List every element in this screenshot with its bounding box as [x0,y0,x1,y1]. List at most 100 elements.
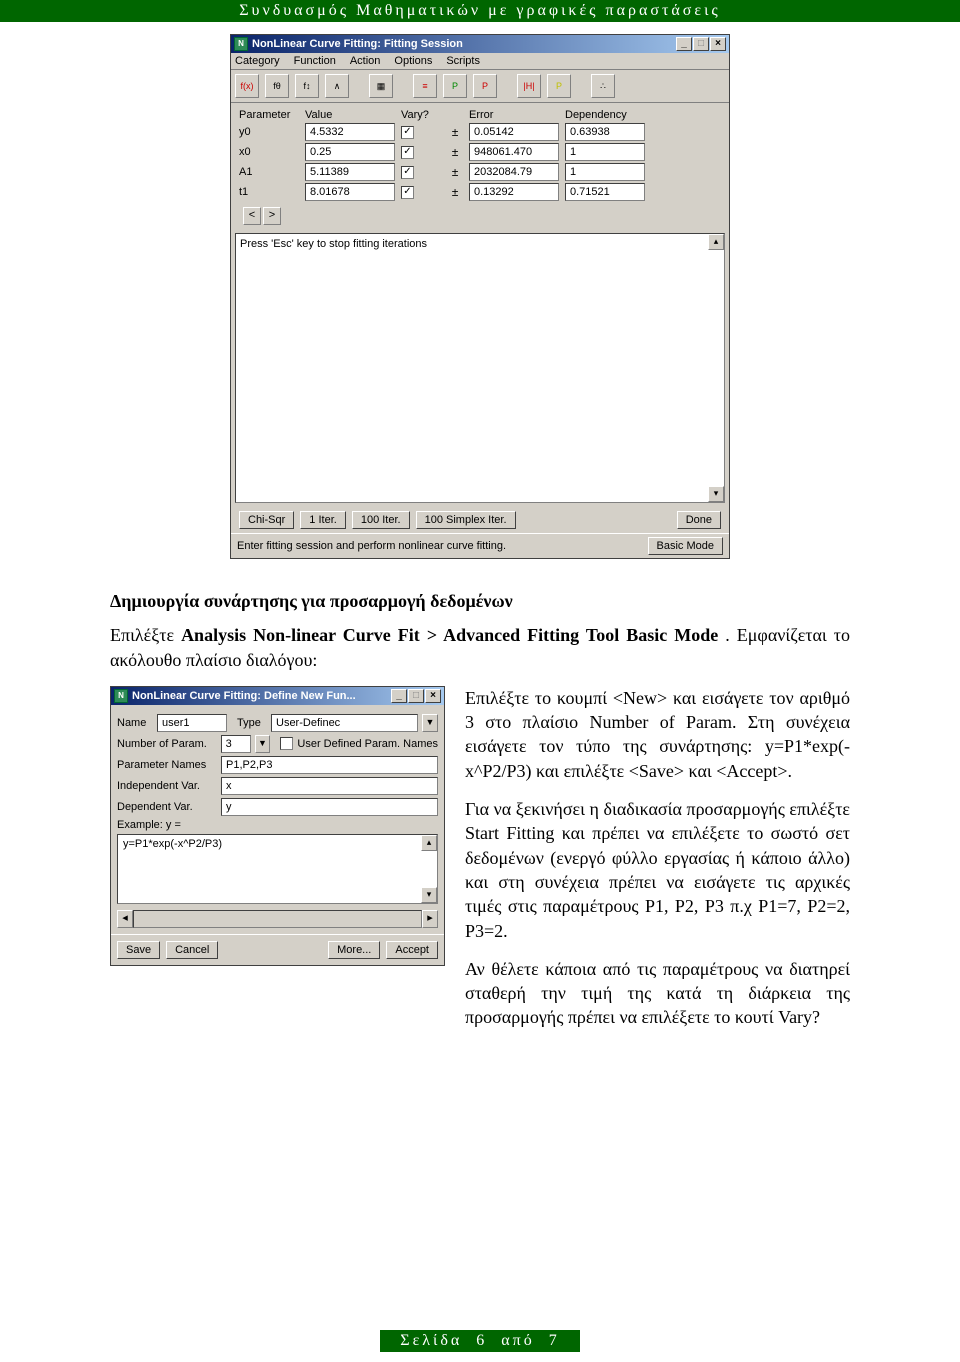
param-row-t1: t1 8.01678 ✓ ± 0.13292 0.71521 [239,183,721,201]
indep-input[interactable]: x [221,777,438,795]
formula-input[interactable]: y=P1*exp(-x^P2/P3) ▴ ▾ [117,834,438,904]
toolbar-btn-4[interactable]: ∧ [325,74,349,98]
prev-button[interactable]: < [243,207,261,225]
footer: Σελίδα 6 από 7 [0,1330,960,1352]
menu-options[interactable]: Options [394,55,432,67]
titlebar[interactable]: N NonLinear Curve Fitting: Fitting Sessi… [231,35,729,53]
minimize-button[interactable]: _ [676,37,692,51]
error-field: 2032084.79 [469,163,559,181]
right-column-text: Επιλέξτε το κουμπί <New> και εισάγετε το… [465,686,850,1044]
two-column-layout: N NonLinear Curve Fitting: Define New Fu… [110,686,850,1044]
hscroll-track[interactable] [133,910,422,928]
hscroll-right-button[interactable]: ▸ [422,910,438,928]
close-button[interactable]: × [710,37,726,51]
minimize-button[interactable]: _ [391,689,407,703]
dialog-define-new-function: N NonLinear Curve Fitting: Define New Fu… [110,686,445,966]
dependency-field: 0.71521 [565,183,645,201]
param-name: A1 [239,166,299,178]
menubar: Category Function Action Options Scripts [231,53,729,70]
hundred-iter-button[interactable]: 100 Iter. [352,511,410,529]
value-input[interactable]: 0.25 [305,143,395,161]
app-icon: N [234,37,248,51]
vary-checkbox[interactable]: ✓ [401,186,414,199]
dependency-field: 0.63938 [565,123,645,141]
section-heading: Δημιουργία συνάρτησης για προσαρμογή δεδ… [110,589,850,613]
vary-checkbox[interactable]: ✓ [401,146,414,159]
simplex-iter-button[interactable]: 100 Simplex Iter. [416,511,516,529]
value-input[interactable]: 5.11389 [305,163,395,181]
dep-input[interactable]: y [221,798,438,816]
page-content: N NonLinear Curve Fitting: Fitting Sessi… [0,34,960,1104]
one-iter-button[interactable]: 1 Iter. [300,511,346,529]
col-parameter: Parameter [239,109,299,121]
toolbar-btn-5[interactable]: ▦ [369,74,393,98]
action-button-row: Chi-Sqr 1 Iter. 100 Iter. 100 Simplex It… [231,507,729,533]
next-button[interactable]: > [263,207,281,225]
menu-function[interactable]: Function [294,55,336,67]
footer-total: 7 [549,1332,560,1349]
toolbar-btn-11[interactable]: ∴ [591,74,615,98]
save-button[interactable]: Save [117,941,160,959]
scroll-down-button[interactable]: ▾ [421,887,437,903]
toolbar-btn-2[interactable]: fθ [265,74,289,98]
toolbar-btn-3[interactable]: f↕ [295,74,319,98]
maximize-button[interactable]: □ [408,689,424,703]
name-label: Name [117,717,153,729]
numparam-label: Number of Param. [117,738,217,750]
error-field: 0.13292 [469,183,559,201]
toolbar-btn-9[interactable]: |H| [517,74,541,98]
basic-mode-button[interactable]: Basic Mode [648,537,723,555]
done-button[interactable]: Done [677,511,721,529]
toolbar-btn-6[interactable]: ≡ [413,74,437,98]
value-input[interactable]: 8.01678 [305,183,395,201]
more-button[interactable]: More... [328,941,380,959]
chi-sqr-button[interactable]: Chi-Sqr [239,511,294,529]
param-row-a1: A1 5.11389 ✓ ± 2032084.79 1 [239,163,721,181]
vary-checkbox[interactable]: ✓ [401,166,414,179]
paragraph-r3: Αν θέλετε κάποια από τις παραμέτρους να … [465,957,850,1030]
param-name: t1 [239,186,299,198]
scroll-up-button[interactable]: ▴ [708,234,724,250]
scroll-up-button[interactable]: ▴ [421,835,437,851]
numparam-dropdown-icon[interactable]: ▼ [255,735,271,753]
userdef-checkbox[interactable] [280,737,293,750]
toolbar-btn-7[interactable]: P [443,74,467,98]
menu-scripts[interactable]: Scripts [446,55,480,67]
type-dropdown-icon[interactable]: ▼ [422,714,438,732]
toolbar-btn-1[interactable]: f(x) [235,74,259,98]
paragraph-1: Επιλέξτε Analysis Non-linear Curve Fit >… [110,623,850,672]
window-title: NonLinear Curve Fitting: Fitting Session [252,38,463,50]
statusbar: Enter fitting session and perform nonlin… [231,533,729,558]
col-vary: Vary? [401,109,441,121]
numparam-select[interactable]: 3 [221,735,251,753]
menu-action[interactable]: Action [350,55,381,67]
error-field: 0.05142 [469,123,559,141]
header-title: Συνδυασμός Μαθηματικών με γραφικές παρασ… [239,2,721,19]
scroll-down-button[interactable]: ▾ [708,486,724,502]
vary-checkbox[interactable]: ✓ [401,126,414,139]
value-input[interactable]: 4.5332 [305,123,395,141]
type-select[interactable]: User-Definec [271,714,418,732]
plus-minus-icon: ± [447,165,463,179]
toolbar-btn-8[interactable]: P [473,74,497,98]
example-label: Example: y = [117,819,181,831]
close-button[interactable]: × [425,689,441,703]
error-field: 948061.470 [469,143,559,161]
accept-button[interactable]: Accept [386,941,438,959]
paramnames-input[interactable]: P1,P2,P3 [221,756,438,774]
hscroll-left-button[interactable]: ◂ [117,910,133,928]
window-title: NonLinear Curve Fitting: Define New Fun.… [132,690,356,702]
menu-category[interactable]: Category [235,55,280,67]
cancel-button[interactable]: Cancel [166,941,218,959]
status-text: Enter fitting session and perform nonlin… [237,540,506,552]
name-input[interactable]: user1 [157,714,227,732]
log-text: Press 'Esc' key to stop fitting iteratio… [240,238,427,250]
log-output: Press 'Esc' key to stop fitting iteratio… [235,233,725,503]
parameter-panel: Parameter Value Vary? Error Dependency y… [231,103,729,233]
maximize-button[interactable]: □ [693,37,709,51]
dep-label: Dependent Var. [117,801,217,813]
toolbar-btn-10[interactable]: P [547,74,571,98]
dialog-fitting-session: N NonLinear Curve Fitting: Fitting Sessi… [230,34,730,559]
titlebar[interactable]: N NonLinear Curve Fitting: Define New Fu… [111,687,444,705]
p1-text-a: Επιλέξτε [110,625,181,645]
